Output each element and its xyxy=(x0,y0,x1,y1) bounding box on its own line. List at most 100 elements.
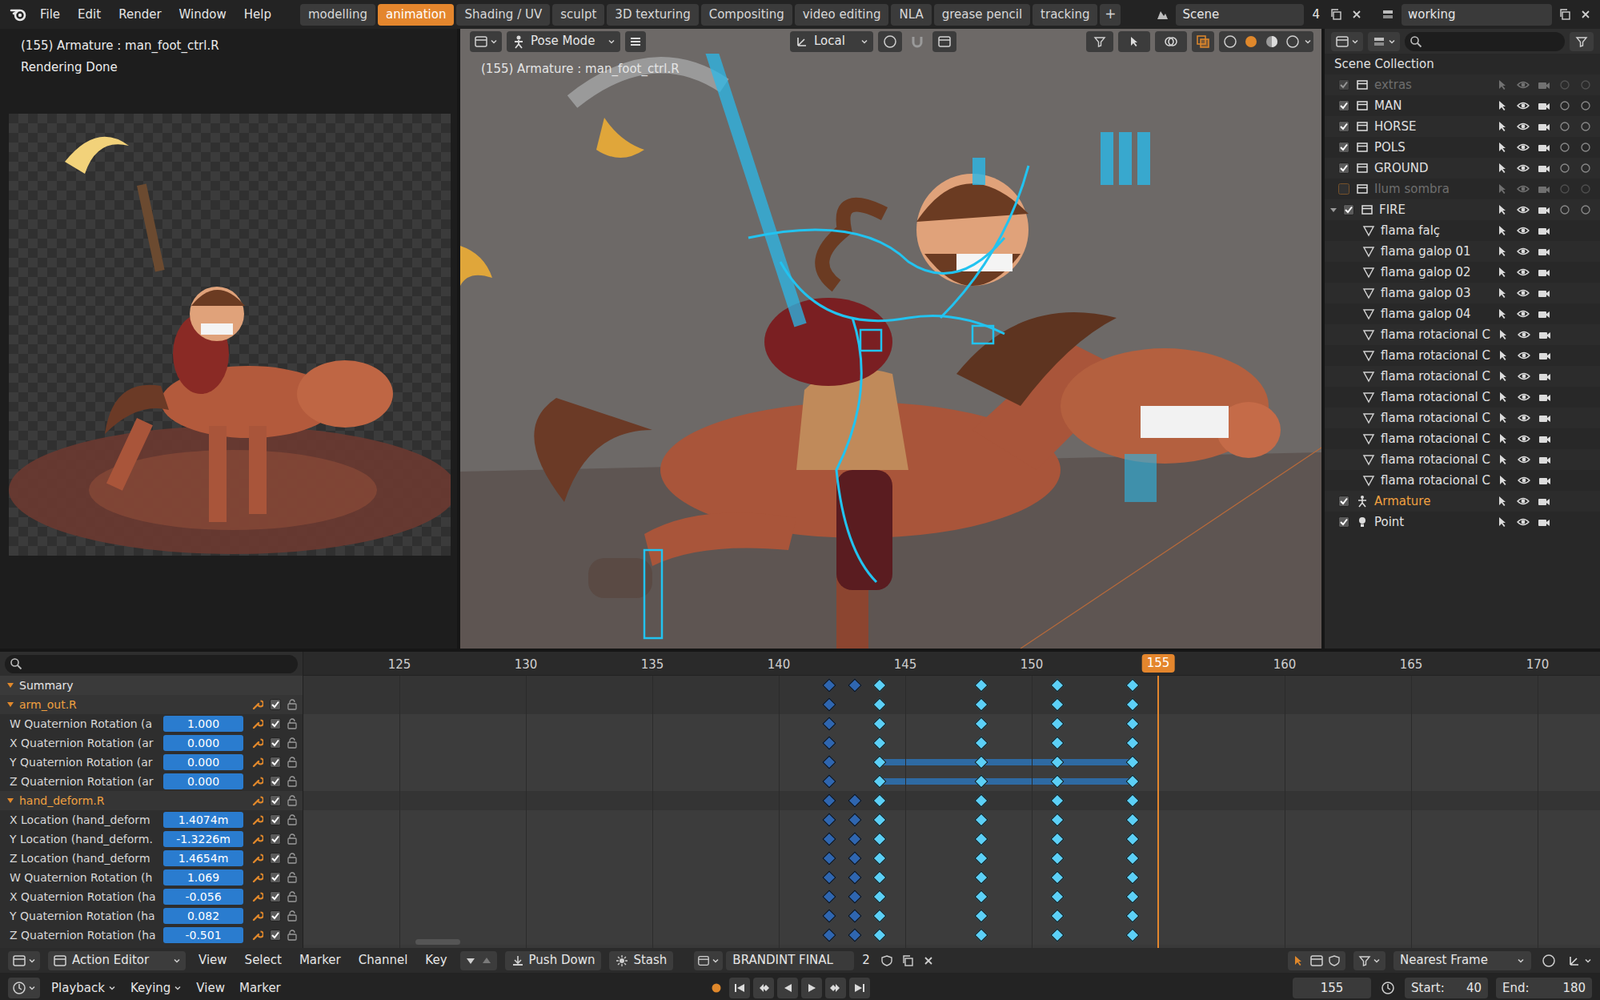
selectable-icon[interactable] xyxy=(1494,160,1511,177)
outliner-row[interactable]: flama rotacional C xyxy=(1324,365,1600,387)
exclude-checkbox[interactable] xyxy=(1337,182,1351,196)
holdout-icon[interactable] xyxy=(1556,97,1573,114)
render-camera-icon[interactable] xyxy=(1536,472,1553,489)
keyframe[interactable] xyxy=(847,813,862,827)
channel-value-field[interactable]: 1.000 xyxy=(163,715,244,732)
outliner-row[interactable]: Ilum sombra xyxy=(1324,178,1600,200)
selectable-icon[interactable] xyxy=(1494,493,1511,510)
keyframe[interactable] xyxy=(822,678,837,693)
selectable-icon[interactable] xyxy=(1495,368,1512,385)
header-menu-item[interactable]: View xyxy=(193,950,233,970)
selectable-icon[interactable] xyxy=(1494,97,1511,114)
workspace-tab[interactable]: animation xyxy=(377,4,454,26)
outliner-row[interactable]: flama rotacional C xyxy=(1324,324,1600,345)
frame-ruler[interactable]: 125130135140145150155160165170155 xyxy=(303,651,1600,676)
keyframe[interactable] xyxy=(847,909,862,923)
action-browse-button[interactable] xyxy=(693,950,723,971)
selectable-icon[interactable] xyxy=(1494,118,1511,135)
dropdown-chevron-icon[interactable] xyxy=(172,956,181,965)
exclude-checkbox[interactable] xyxy=(1337,78,1351,92)
solid-shading-icon[interactable] xyxy=(1241,32,1261,52)
editor-type-button[interactable] xyxy=(1331,32,1364,52)
selectable-icon[interactable] xyxy=(1494,513,1511,530)
expand-arrow-icon[interactable] xyxy=(6,700,15,709)
outliner-row[interactable]: FIRE xyxy=(1324,199,1600,221)
viewport-canvas[interactable]: (155) Armature : man_foot_ctrl.R xyxy=(460,53,1322,649)
modifier-wrench-icon[interactable] xyxy=(251,697,265,711)
keyframe[interactable] xyxy=(1050,697,1064,712)
outliner-row[interactable]: POLS xyxy=(1324,136,1600,158)
horizontal-scrollbar[interactable] xyxy=(415,938,461,945)
channel-value-field[interactable]: -0.501 xyxy=(163,926,244,943)
mute-checkbox[interactable] xyxy=(268,697,282,711)
keyframe[interactable] xyxy=(822,755,837,770)
selectable-icon[interactable] xyxy=(1494,201,1511,218)
selectable-icon[interactable] xyxy=(1495,347,1512,364)
keyframe[interactable] xyxy=(1050,793,1064,808)
workspace-tab[interactable]: NLA xyxy=(890,4,931,26)
keyframe[interactable] xyxy=(873,717,887,731)
mute-checkbox[interactable] xyxy=(268,909,282,923)
menu-icon[interactable] xyxy=(625,31,646,53)
keyframe[interactable] xyxy=(822,793,837,808)
timeline-menu[interactable]: View xyxy=(192,978,229,998)
auto-keying-record-icon[interactable] xyxy=(706,978,726,998)
mute-checkbox[interactable] xyxy=(268,832,282,846)
copy-view-layer-icon[interactable] xyxy=(1556,6,1573,23)
visibility-eye-icon[interactable] xyxy=(1515,264,1532,281)
filters-button[interactable] xyxy=(1353,950,1386,971)
menu-item[interactable]: Render xyxy=(110,2,169,28)
dropdown-chevron-icon[interactable] xyxy=(1351,37,1360,46)
push-down-button[interactable]: Push Down xyxy=(505,950,602,971)
lock-icon[interactable] xyxy=(286,736,298,750)
outliner-row[interactable]: extras xyxy=(1324,74,1600,96)
visibility-eye-icon[interactable] xyxy=(1515,160,1532,177)
visibility-eye-icon[interactable] xyxy=(1515,243,1532,260)
keyframe[interactable] xyxy=(974,890,988,904)
fcurve-channel[interactable]: X Location (hand_deform1.4074m xyxy=(0,810,303,830)
visibility-eye-icon[interactable] xyxy=(1515,451,1532,468)
channel-value-field[interactable]: 0.000 xyxy=(163,734,244,751)
layer-down-icon[interactable] xyxy=(463,953,478,968)
timeline-menu[interactable]: Playback xyxy=(48,978,120,998)
keyframe[interactable] xyxy=(1050,870,1064,885)
channel-value-field[interactable]: 0.000 xyxy=(163,773,244,790)
dropdown-chevron-icon[interactable] xyxy=(1387,37,1396,46)
menu-item[interactable]: File xyxy=(32,2,69,28)
keyframe[interactable] xyxy=(1126,697,1140,712)
group-channel[interactable]: hand_deform.R xyxy=(0,790,303,811)
outliner-row[interactable]: flama galop 02 xyxy=(1324,261,1600,283)
xray-icon[interactable] xyxy=(1191,31,1215,53)
overlay-icon[interactable] xyxy=(1154,31,1187,53)
keyframe[interactable] xyxy=(1050,851,1064,866)
outliner-row[interactable]: flama falç xyxy=(1324,220,1600,241)
render-camera-icon[interactable] xyxy=(1535,493,1552,510)
modifier-wrench-icon[interactable] xyxy=(251,928,265,942)
view-layer-field[interactable]: working xyxy=(1401,4,1552,26)
keyframe[interactable] xyxy=(974,755,988,770)
modifier-wrench-icon[interactable] xyxy=(251,890,265,903)
outliner-row[interactable]: flama rotacional C xyxy=(1324,344,1600,366)
keyframe[interactable] xyxy=(974,736,988,750)
rendered-shading-icon[interactable] xyxy=(1283,32,1303,52)
render-camera-icon[interactable] xyxy=(1535,243,1552,260)
visibility-eye-icon[interactable] xyxy=(1515,430,1532,447)
selectable-icon[interactable] xyxy=(1494,222,1511,239)
modifier-wrench-icon[interactable] xyxy=(251,909,265,923)
lock-icon[interactable] xyxy=(286,697,298,711)
modifier-wrench-icon[interactable] xyxy=(251,755,265,769)
editor-type-button[interactable] xyxy=(8,950,41,971)
dropdown-chevron-icon[interactable] xyxy=(108,983,117,992)
render-camera-icon[interactable] xyxy=(1536,430,1553,447)
selectable-icon[interactable] xyxy=(1495,326,1512,343)
keyframe[interactable] xyxy=(822,717,837,731)
keyframe[interactable] xyxy=(1126,678,1140,693)
outliner-row[interactable]: flama rotacional C xyxy=(1324,469,1600,491)
header-menu-item[interactable]: Select xyxy=(240,950,287,970)
render-camera-icon[interactable] xyxy=(1535,160,1552,177)
menu-item[interactable]: Window xyxy=(171,2,235,28)
keyframe[interactable] xyxy=(873,736,887,750)
visibility-eye-icon[interactable] xyxy=(1515,201,1532,218)
fcurve-channel[interactable]: Y Quaternion Rotation (ar0.000 xyxy=(0,752,303,772)
workspace-tab[interactable]: 3D texturing xyxy=(606,4,698,26)
